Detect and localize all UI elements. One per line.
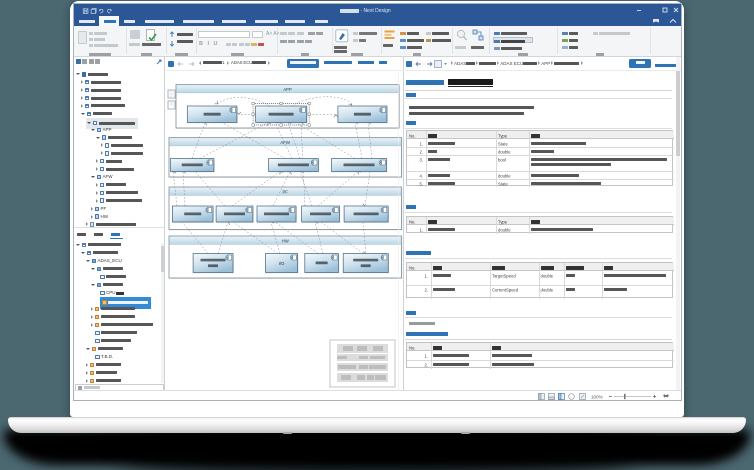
svg-text:100%: 100%: [591, 394, 603, 399]
svg-text:I/O: I/O: [279, 261, 285, 266]
svg-text:PF: PF: [282, 190, 288, 195]
svg-text:APP: APP: [283, 87, 292, 92]
svg-text:HW: HW: [282, 239, 290, 244]
svg-text:AFW: AFW: [280, 140, 290, 145]
